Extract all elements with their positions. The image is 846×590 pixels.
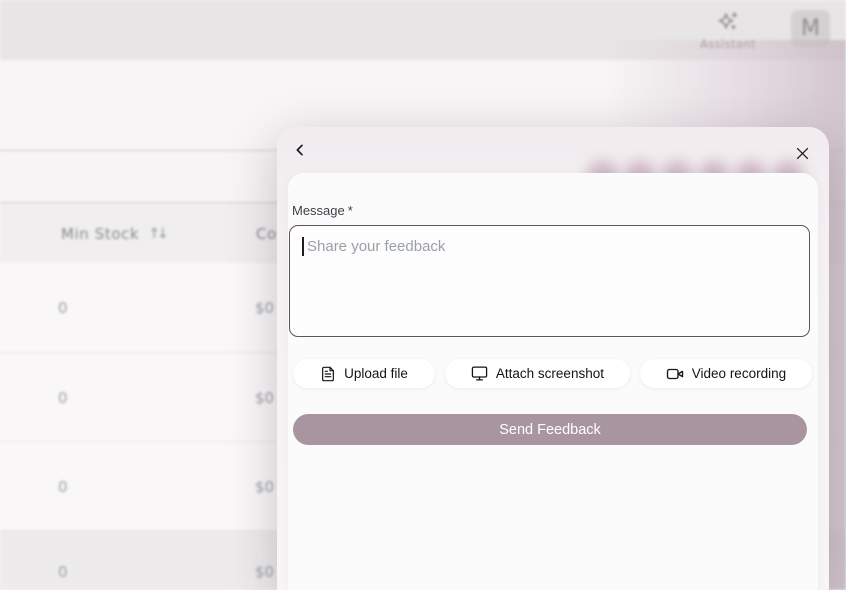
cost-cell: $0 (255, 389, 275, 407)
close-button[interactable] (789, 141, 815, 165)
assistant-label: Assistant (700, 36, 756, 51)
message-placeholder: Share your feedback (307, 238, 446, 255)
attachment-actions: Upload file Attach screenshot Video reco… (293, 359, 813, 388)
message-label-text: Message (292, 203, 345, 218)
feedback-form-card: Message * Share your feedback Upload file (288, 173, 818, 590)
avatar-initial: M (801, 16, 820, 41)
min-stock-header-label: Min Stock (61, 225, 140, 243)
min-stock-cell: 0 (58, 389, 68, 407)
feedback-modal: Message * Share your feedback Upload file (277, 127, 829, 590)
upload-file-button[interactable]: Upload file (293, 359, 435, 388)
video-camera-icon (666, 365, 684, 383)
cost-cell: $0 (255, 563, 275, 581)
message-textarea[interactable]: Share your feedback (289, 225, 810, 337)
upload-file-label: Upload file (344, 366, 408, 381)
cost-cell: $0 (255, 299, 275, 317)
column-header-min-stock[interactable]: Min Stock ↑↓ (61, 225, 169, 243)
monitor-icon (471, 365, 488, 382)
video-recording-label: Video recording (691, 366, 787, 381)
cost-cell: $0 (255, 478, 275, 496)
min-stock-cell: 0 (58, 299, 68, 317)
top-bar: Assistant M (0, 0, 846, 60)
min-stock-cell: 0 (58, 478, 68, 496)
attach-screenshot-label: Attach screenshot (495, 366, 604, 381)
video-recording-button[interactable]: Video recording (639, 359, 813, 388)
message-label: Message * (292, 203, 818, 218)
assistant-button[interactable]: Assistant (698, 6, 758, 54)
chevron-left-icon (292, 142, 308, 158)
text-caret (302, 237, 304, 256)
column-header-cost[interactable]: Co (256, 225, 277, 243)
min-stock-cell: 0 (58, 563, 68, 581)
send-feedback-button[interactable]: Send Feedback (293, 414, 807, 445)
attach-screenshot-button[interactable]: Attach screenshot (445, 359, 630, 388)
app-window: Assistant M Min Stock ↑↓ Co 0 $0 0 $0 0 … (0, 0, 846, 590)
back-button[interactable] (286, 137, 314, 163)
close-icon (794, 145, 811, 162)
required-marker: * (347, 203, 353, 218)
user-avatar[interactable]: M (791, 10, 830, 47)
sparkles-icon (716, 10, 740, 34)
file-text-icon (320, 366, 336, 382)
sort-icon[interactable]: ↑↓ (148, 226, 169, 242)
